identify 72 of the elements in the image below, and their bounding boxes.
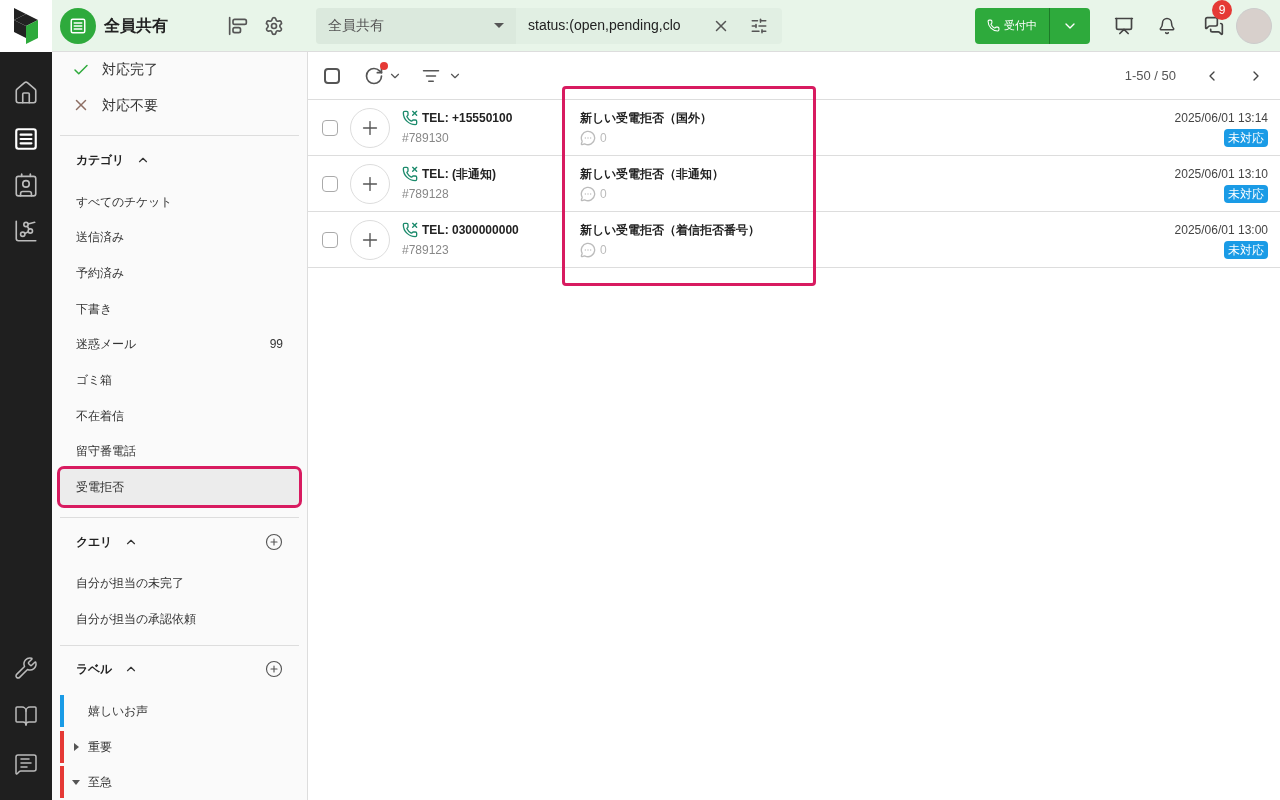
section-title: ラベル bbox=[76, 661, 112, 679]
query-item[interactable]: 自分が担当の承認依頼 bbox=[60, 600, 299, 637]
row-checkbox[interactable] bbox=[322, 175, 338, 192]
book-icon[interactable] bbox=[14, 704, 38, 728]
search-field[interactable]: status:(open,pending,clo bbox=[516, 15, 712, 36]
category-item[interactable]: 迷惑メール 99 bbox=[60, 326, 299, 363]
select-all-checkbox[interactable] bbox=[324, 67, 340, 84]
refresh-icon[interactable] bbox=[364, 65, 384, 86]
ticket-subject[interactable]: 新しい受電拒否（着信拒否番号） bbox=[580, 220, 760, 239]
category-item[interactable]: 留守番電話 bbox=[60, 433, 299, 470]
ticket-subject[interactable]: 新しい受電拒否（非通知） bbox=[580, 164, 724, 183]
comment-icon bbox=[580, 241, 596, 258]
row-checkbox[interactable] bbox=[322, 119, 338, 136]
rejected-call-icon bbox=[402, 221, 418, 238]
workspace-title: 全員共有 bbox=[104, 15, 168, 36]
page-range: 1-50 / 50 bbox=[1124, 66, 1176, 85]
ticket-number: #789130 bbox=[402, 129, 450, 147]
filter-settings-icon[interactable] bbox=[750, 16, 768, 35]
rejected-call-icon bbox=[402, 165, 418, 182]
notification-icon[interactable] bbox=[1158, 16, 1176, 35]
ticket-icon[interactable] bbox=[13, 126, 39, 152]
chat-icon[interactable] bbox=[1204, 15, 1224, 36]
scope-dropdown[interactable]: 全員共有 bbox=[316, 7, 516, 44]
status-item[interactable]: 対応完了 bbox=[102, 59, 158, 81]
status-badge: 未対応 bbox=[1224, 240, 1268, 259]
query-item[interactable]: 自分が担当の未完了 bbox=[60, 565, 299, 601]
ticket-title[interactable]: TEL: (非通知) bbox=[422, 164, 496, 183]
label-item[interactable]: 嬉しいお声 bbox=[88, 701, 148, 720]
comment-count: 0 bbox=[600, 241, 607, 259]
contacts-icon[interactable] bbox=[13, 172, 39, 198]
comment-count: 0 bbox=[600, 129, 607, 147]
comment-count: 0 bbox=[600, 185, 607, 203]
chat-badge: 9 bbox=[1212, 0, 1232, 20]
category-item[interactable]: ゴミ箱 bbox=[60, 362, 299, 398]
status-badge: 未対応 bbox=[1224, 128, 1268, 147]
row-checkbox[interactable] bbox=[322, 231, 338, 248]
workspace-icon bbox=[60, 7, 96, 44]
label-item[interactable]: 至急 bbox=[88, 773, 112, 792]
board-icon[interactable] bbox=[1114, 15, 1134, 36]
ticket-number: #789128 bbox=[402, 185, 450, 203]
ticket-number: #789123 bbox=[402, 241, 450, 259]
section-title: クエリ bbox=[76, 533, 112, 551]
category-item[interactable]: 不在着信 bbox=[60, 397, 299, 434]
status-item[interactable]: 対応不要 bbox=[102, 95, 158, 116]
ticket-date: 2025/06/01 13:14 bbox=[1174, 109, 1268, 127]
phone-icon bbox=[987, 19, 1000, 32]
collapse-icon[interactable] bbox=[72, 779, 80, 785]
settings-icon[interactable] bbox=[264, 15, 284, 36]
label-item[interactable]: 重要 bbox=[88, 737, 112, 756]
status-badge: 未対応 bbox=[1224, 184, 1268, 203]
section-title: カテゴリ bbox=[76, 152, 124, 170]
category-item[interactable]: 下書き bbox=[60, 290, 299, 327]
ticket-date: 2025/06/01 13:00 bbox=[1174, 221, 1268, 239]
category-item[interactable]: 受電拒否 bbox=[60, 469, 299, 505]
add-icon[interactable] bbox=[265, 532, 283, 551]
category-item[interactable]: 送信済み bbox=[60, 219, 299, 256]
category-item[interactable]: 予約済み bbox=[60, 255, 299, 291]
comment-icon bbox=[580, 185, 596, 202]
ticket-subject[interactable]: 新しい受電拒否（国外） bbox=[580, 108, 712, 127]
expand-icon[interactable] bbox=[73, 742, 79, 751]
rejected-call-icon bbox=[402, 109, 418, 126]
ticket-title[interactable]: TEL: +15550100 bbox=[422, 108, 513, 127]
tools-icon[interactable] bbox=[14, 656, 38, 680]
ticket-title[interactable]: TEL: 0300000000 bbox=[422, 220, 519, 239]
comment-icon bbox=[580, 129, 596, 146]
add-icon[interactable] bbox=[265, 660, 283, 679]
logo-icon bbox=[14, 8, 38, 44]
layout-icon[interactable] bbox=[228, 15, 248, 36]
home-icon[interactable] bbox=[13, 80, 39, 106]
ticket-date: 2025/06/01 13:10 bbox=[1174, 165, 1268, 183]
chart-icon[interactable] bbox=[13, 218, 39, 244]
category-item[interactable]: すべてのチケット bbox=[60, 183, 299, 220]
